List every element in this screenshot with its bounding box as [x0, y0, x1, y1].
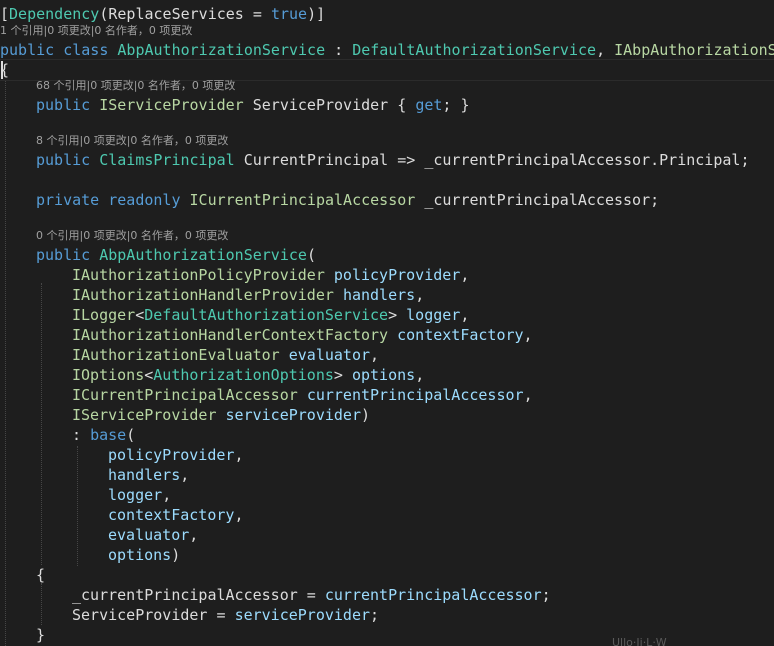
code-line-arg-evaluator: evaluator,: [108, 526, 199, 544]
code-line-constructor: public AbpAuthorizationService(: [36, 246, 316, 264]
code-line-param-options: IOptions<AuthorizationOptions> options,: [72, 366, 425, 384]
code-line-param-policy-provider: IAuthorizationPolicyProvider policyProvi…: [72, 266, 470, 284]
code-line-assign-accessor: _currentPrincipalAccessor = currentPrinc…: [72, 586, 551, 604]
code-line-accessor-field: private readonly ICurrentPrincipalAccess…: [36, 191, 660, 209]
code-line-service-provider-property: public IServiceProvider ServiceProvider …: [36, 96, 470, 114]
code-line-attribute: [Dependency(ReplaceServices = true)]: [0, 5, 326, 23]
code-line-class-declaration: public class AbpAuthorizationService : D…: [0, 41, 774, 59]
code-line-ctor-close-brace: }: [36, 626, 46, 644]
code-line-base-call: : base(: [72, 426, 136, 444]
indent-guide: [5, 80, 6, 646]
code-line-arg-logger: logger,: [108, 486, 172, 504]
code-lens-service-provider[interactable]: 68 个引用|0 项更改|0 名作者，0 项更改: [36, 79, 235, 93]
code-line-param-logger: ILogger<DefaultAuthorizationService> log…: [72, 306, 470, 324]
indent-guide: [41, 583, 42, 625]
code-line-param-evaluator: IAuthorizationEvaluator evaluator,: [72, 346, 380, 364]
indent-guide: [77, 446, 78, 566]
code-lens-class[interactable]: 1 个引用|0 项更改|0 名作者，0 项更改: [0, 24, 192, 38]
code-line-arg-options: options): [108, 546, 181, 564]
code-line-param-service-provider: IServiceProvider serviceProvider): [72, 406, 371, 424]
indent-guide: [41, 283, 42, 565]
watermark: Ullo·Ji·L·W: [612, 637, 667, 646]
current-line-highlight: [0, 59, 774, 81]
code-line-assign-service-provider: ServiceProvider = serviceProvider;: [72, 606, 380, 624]
code-line-open-brace: {: [0, 61, 10, 79]
code-line-arg-context-factory: contextFactory,: [108, 506, 244, 524]
code-line-arg-policy-provider: policyProvider,: [108, 446, 244, 464]
code-editor[interactable]: [Dependency(ReplaceServices = true)] 1 个…: [0, 0, 774, 646]
code-lens-constructor[interactable]: 0 个引用|0 项更改|0 名作者，0 项更改: [36, 229, 228, 243]
code-line-ctor-open-brace: {: [36, 566, 46, 584]
code-lens-current-principal[interactable]: 8 个引用|0 项更改|0 名作者，0 项更改: [36, 134, 228, 148]
code-line-param-context-factory: IAuthorizationHandlerContextFactory cont…: [72, 326, 533, 344]
code-line-arg-handlers: handlers,: [108, 466, 190, 484]
code-line-param-accessor: ICurrentPrincipalAccessor currentPrincip…: [72, 386, 533, 404]
code-line-param-handlers: IAuthorizationHandlerProvider handlers,: [72, 286, 425, 304]
code-line-current-principal-property: public ClaimsPrincipal CurrentPrincipal …: [36, 151, 750, 169]
